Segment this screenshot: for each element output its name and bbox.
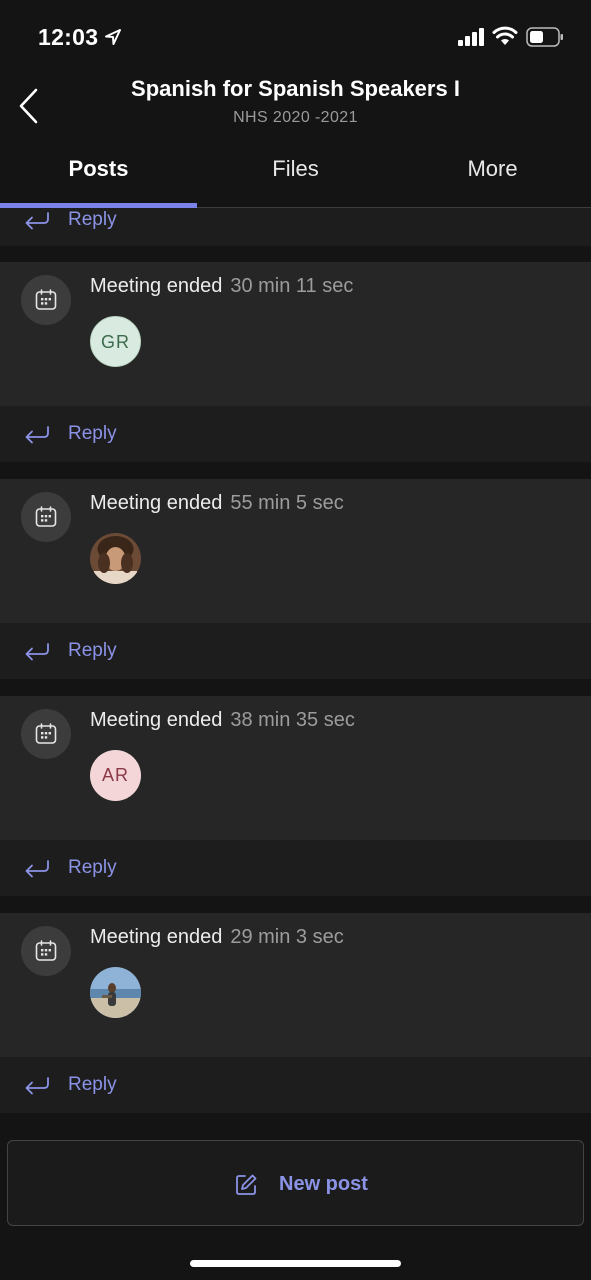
status-time: 12:03 <box>38 24 99 50</box>
calendar-icon <box>35 723 57 744</box>
meeting-status: Meeting ended 29 min 3 sec <box>90 926 344 949</box>
reply-label: Reply <box>68 1074 117 1095</box>
participant-avatar[interactable]: GR <box>90 316 141 367</box>
meeting-duration: 30 min 11 sec <box>230 275 354 297</box>
participant-avatar[interactable]: AR <box>90 750 141 801</box>
battery-icon <box>526 27 563 47</box>
cellular-signal-icon <box>458 28 484 46</box>
channel-title: Spanish for Spanish Speakers I <box>131 76 460 101</box>
reply-label: Reply <box>68 209 117 230</box>
meeting-event-label: Meeting ended <box>90 275 223 297</box>
calendar-badge <box>21 275 71 325</box>
reply-icon <box>25 426 49 444</box>
tab-files[interactable]: Files <box>197 140 394 206</box>
status-bar: 12:03 <box>0 0 591 70</box>
location-arrow-icon <box>105 29 121 45</box>
meeting-event-label: Meeting ended <box>90 709 223 731</box>
reply-label: Reply <box>68 857 117 878</box>
calendar-icon <box>35 940 57 961</box>
reply-button[interactable]: Reply <box>0 623 591 679</box>
posts-feed[interactable]: Reply Meeting ended 30 min 11 sec GR Repl… <box>0 208 591 1128</box>
reply-label: Reply <box>68 423 117 444</box>
tab-more[interactable]: More <box>394 140 591 206</box>
reply-button[interactable]: Reply <box>0 1057 591 1113</box>
meeting-duration: 55 min 5 sec <box>230 492 344 514</box>
meeting-duration: 38 min 35 sec <box>230 709 355 731</box>
tab-bar: Posts Files More <box>0 140 591 208</box>
meeting-event-label: Meeting ended <box>90 926 223 948</box>
new-post-button[interactable]: New post <box>7 1140 584 1226</box>
user-photo-icon <box>90 967 141 1018</box>
meeting-status: Meeting ended 38 min 35 sec <box>90 709 355 732</box>
calendar-icon <box>35 506 57 527</box>
meeting-post: Meeting ended 38 min 35 sec AR <box>0 696 591 840</box>
reply-button[interactable]: Reply <box>0 208 591 246</box>
reply-icon <box>25 212 49 230</box>
meeting-post: Meeting ended 30 min 11 sec GR <box>0 262 591 406</box>
participant-avatar-photo[interactable] <box>90 967 141 1018</box>
team-subtitle: NHS 2020 -2021 <box>233 109 358 126</box>
meeting-event-label: Meeting ended <box>90 492 223 514</box>
calendar-badge <box>21 926 71 976</box>
wifi-icon <box>492 26 518 45</box>
reply-icon <box>25 1077 49 1095</box>
reply-icon <box>25 643 49 661</box>
reply-button[interactable]: Reply <box>0 406 591 462</box>
meeting-post: Meeting ended 29 min 3 sec <box>0 913 591 1057</box>
reply-icon <box>25 860 49 878</box>
tab-posts[interactable]: Posts <box>0 140 197 206</box>
compose-icon <box>236 1174 257 1195</box>
calendar-badge <box>21 709 71 759</box>
participant-avatar-photo[interactable] <box>90 533 141 584</box>
user-photo-icon <box>90 533 141 584</box>
calendar-icon <box>35 289 57 310</box>
meeting-duration: 29 min 3 sec <box>230 926 344 948</box>
reply-button[interactable]: Reply <box>0 840 591 896</box>
home-indicator[interactable] <box>190 1260 401 1267</box>
new-post-label: New post <box>279 1173 368 1195</box>
meeting-status: Meeting ended 30 min 11 sec <box>90 275 353 298</box>
calendar-badge <box>21 492 71 542</box>
meeting-post: Meeting ended 55 min 5 sec <box>0 479 591 623</box>
reply-label: Reply <box>68 640 117 661</box>
meeting-status: Meeting ended 55 min 5 sec <box>90 492 344 515</box>
